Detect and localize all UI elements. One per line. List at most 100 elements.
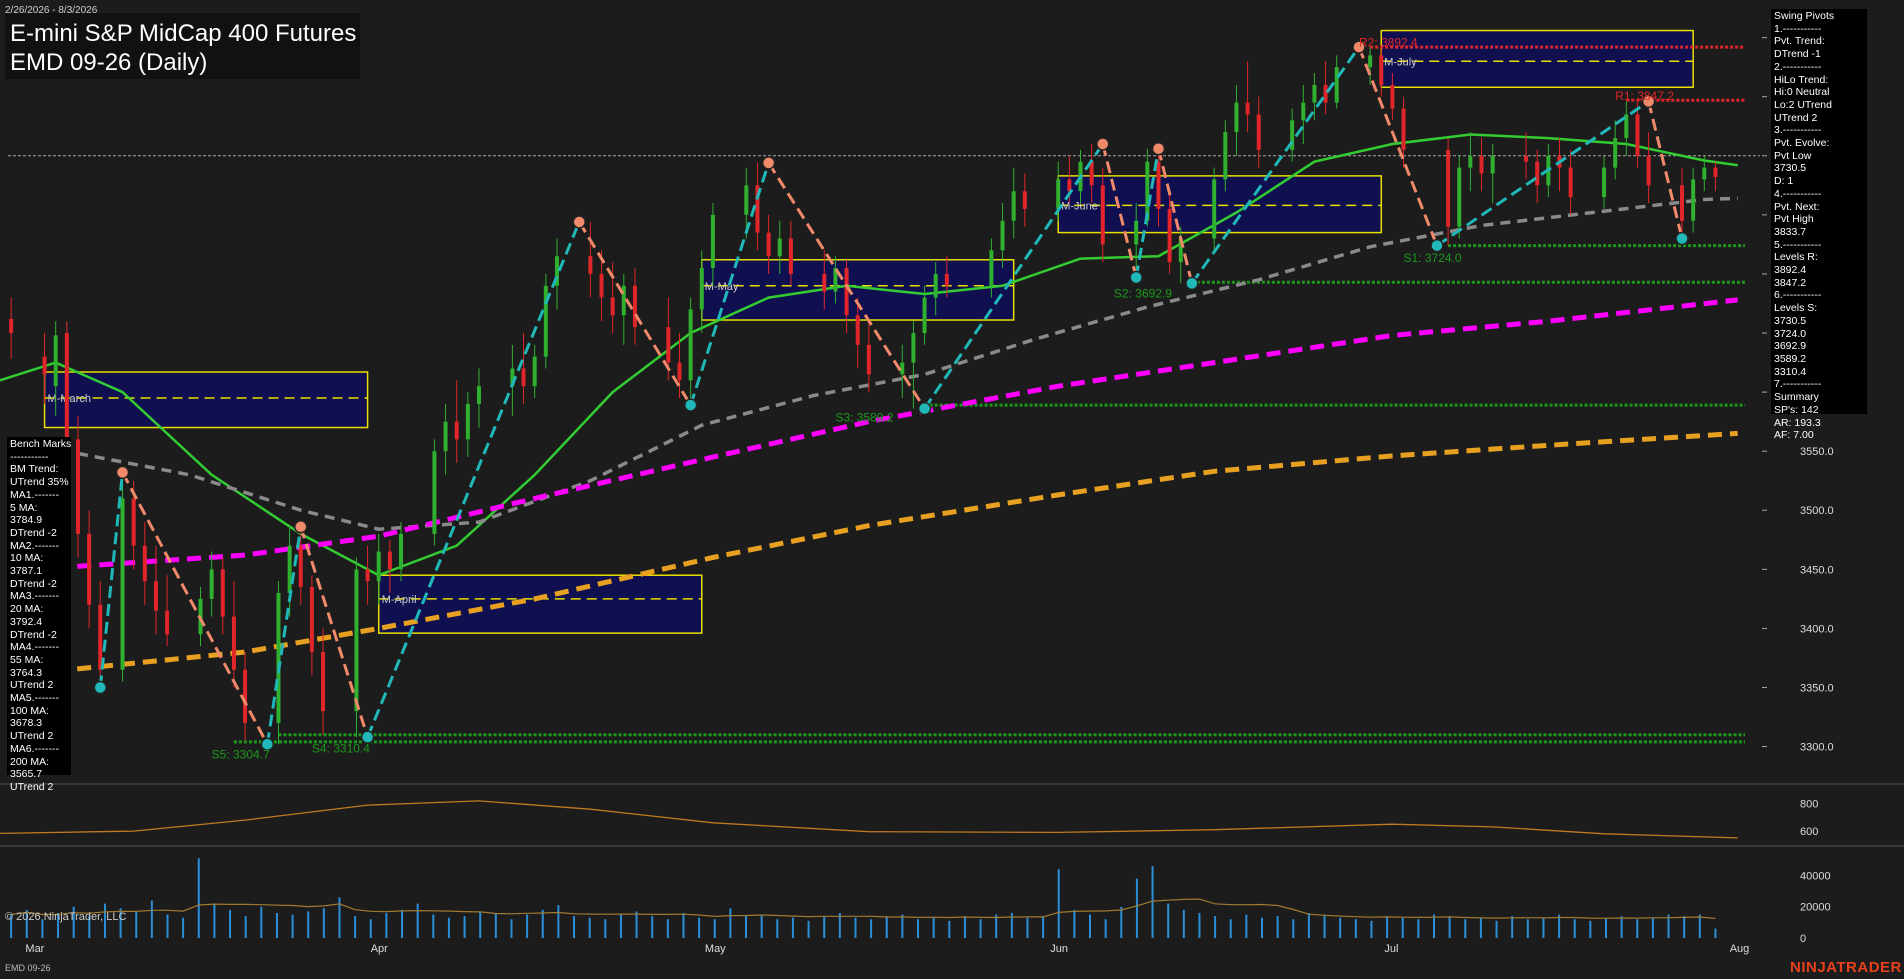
candle-body [1212,179,1217,239]
swing-pivot-dot [1430,238,1444,253]
candle-body [1312,84,1317,103]
candle-body [610,297,615,316]
swing-segment [265,526,303,745]
candle-body [699,268,704,310]
candle-body [677,362,682,381]
x-tick-label: Apr [371,943,388,955]
panel-line: 3792.4 [10,615,43,628]
y-tick-label: 3400.0 [1800,623,1834,635]
candle-body [822,273,827,292]
panel-line: MA6.------- [10,742,59,755]
y-tick-label: 3300.0 [1800,742,1834,754]
candle-body [298,545,303,588]
candle-body [131,498,136,546]
swing-pivot-dot [917,401,932,416]
y-tick-label: 3350.0 [1800,682,1834,694]
candle-body [321,652,326,712]
candle-body [1713,167,1718,178]
swing-segment [366,221,581,738]
level-label: S3: 3589.2 [835,411,893,425]
moving-average-line [33,297,1738,572]
panel-line: Pvt High [1774,213,1814,226]
candle-body [120,498,125,670]
monthly-box-label: M-March [48,393,91,405]
candle-body [1457,167,1462,227]
panel-line: MA2.------- [10,539,59,552]
candle-body [989,250,994,286]
candle-body [387,551,392,570]
candle-body [1613,138,1618,168]
monthly-box [1380,29,1694,89]
panel-line: Pvt. Evolve: [1774,137,1830,150]
candle-body [75,439,80,534]
panel-line: Pvt. Next: [1774,200,1820,213]
panel-line: 4.----------- [1774,187,1822,200]
candle-body [276,592,281,723]
candle-body [1022,191,1027,209]
panel-line: UTrend 2 [10,730,54,743]
panel-line: Pvt. Trend: [1774,35,1825,48]
panel-line: 3784.9 [10,514,43,527]
panel-line: 5.----------- [1774,238,1822,251]
panel-line: BM Trend: [10,463,59,476]
panel-line: HiLo Trend: [1774,73,1829,86]
panel-line: 3565.7 [10,768,43,781]
y-tick-label: 3550.0 [1800,446,1834,458]
candle-body [1524,155,1529,162]
candle-body [1446,149,1451,227]
panel-line: 20 MA: [10,603,44,616]
candle-body [287,545,292,593]
panel-line: 7.----------- [1774,378,1822,391]
candle-body [855,315,860,345]
panel-line: MA3.------- [10,590,59,603]
candle-body [1390,84,1395,109]
panel-line: Swing Pivots [1774,10,1835,22]
swing-pivot-dot [1185,276,1199,291]
level-label: S2: 3692.9 [1114,287,1172,301]
panel-line: UTrend 2 [10,780,54,793]
swing-pivot-dot [1151,141,1166,156]
panel-line: Summary [1774,391,1819,404]
moving-average-line [77,196,1738,531]
x-tick-label: Jun [1050,943,1068,955]
ninjatrader-logo: NINJATRADER [1790,959,1902,976]
candle-body [744,185,749,215]
bench-marks-panel: Bench Marks ----------- BM Trend: UTrend 35… [7,437,71,793]
panel-line: 3.----------- [1774,124,1822,137]
y-tick-label: 3450.0 [1800,564,1834,576]
level-label: S1: 3724.0 [1404,251,1462,265]
panel-line: 3730.5 [1774,314,1807,327]
level-label: R1: 3847.2 [1615,89,1674,103]
candle-body [87,533,92,605]
panel-line: Hi:0 Neutral [1774,86,1830,99]
panel-line: 3589.2 [1774,352,1807,365]
swing-segment [98,472,125,688]
candle-body [688,309,693,381]
candle-body [64,333,69,440]
candle-body [231,616,236,670]
panel-line: AF: 7.00 [1774,429,1814,442]
footer-symbol-label: EMD 09-26 [5,963,51,973]
candle-body [521,368,526,387]
x-tick-label: Mar [25,943,44,955]
monthly-box-label: M-June [1061,200,1098,212]
panel-line: AR: 193.3 [1774,416,1821,429]
candle-body [1691,179,1696,221]
panel-line: 55 MA: [10,653,44,666]
indicator-line [0,800,1738,839]
candle-body [1680,185,1685,221]
panel-line: 3787.1 [10,565,43,578]
volume-tick-label: 20000 [1800,902,1831,914]
candle-body [42,356,47,375]
candle-body [1568,167,1573,198]
panel-line: Pvt Low [1774,149,1812,162]
indicator-tick-label: 600 [1800,826,1818,838]
candle-body [1702,167,1707,180]
monthly-box [377,574,703,634]
x-tick-label: Jul [1384,943,1398,955]
candle-body [944,273,949,286]
candle-body [666,327,671,363]
candle-body [532,356,537,387]
swing-segment [1436,100,1650,247]
candle-body [1256,114,1261,150]
